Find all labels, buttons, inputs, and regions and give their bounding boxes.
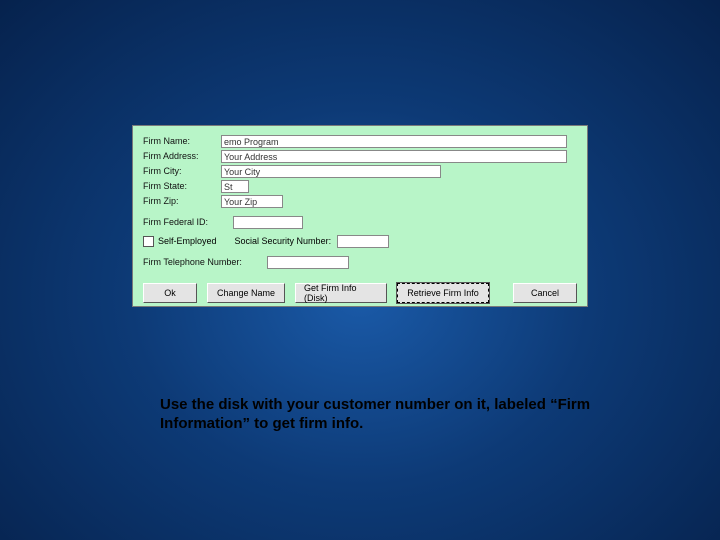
label-firm-address: Firm Address: — [143, 151, 221, 161]
retrieve-firm-info-button[interactable]: Retrieve Firm Info — [397, 283, 489, 303]
change-name-button[interactable]: Change Name — [207, 283, 285, 303]
button-row: Ok Change Name Get Firm Info (Disk) Retr… — [143, 283, 577, 303]
input-firm-city[interactable]: Your City — [221, 165, 441, 178]
input-ssn[interactable] — [337, 235, 389, 248]
input-phone[interactable] — [267, 256, 349, 269]
label-firm-state: Firm State: — [143, 181, 221, 191]
label-firm-zip: Firm Zip: — [143, 196, 221, 206]
row-phone: Firm Telephone Number: — [143, 255, 577, 269]
row-firm-state: Firm State: St — [143, 179, 577, 193]
label-ssn: Social Security Number: — [235, 236, 332, 246]
input-firm-name[interactable]: emo Program — [221, 135, 567, 148]
input-federal-id[interactable] — [233, 216, 303, 229]
checkbox-self-employed[interactable] — [143, 236, 154, 247]
input-firm-zip[interactable]: Your Zip — [221, 195, 283, 208]
row-firm-city: Firm City: Your City — [143, 164, 577, 178]
label-firm-city: Firm City: — [143, 166, 221, 176]
cancel-button[interactable]: Cancel — [513, 283, 577, 303]
row-firm-name: Firm Name: emo Program — [143, 134, 577, 148]
label-firm-name: Firm Name: — [143, 136, 221, 146]
row-firm-zip: Firm Zip: Your Zip — [143, 194, 577, 208]
row-federal-id: Firm Federal ID: — [143, 215, 577, 229]
label-self-employed: Self-Employed — [158, 236, 217, 246]
row-self-employed: Self-Employed Social Security Number: — [143, 233, 577, 249]
row-firm-address: Firm Address: Your Address — [143, 149, 577, 163]
label-phone: Firm Telephone Number: — [143, 257, 261, 267]
firm-info-panel: Firm Name: emo Program Firm Address: You… — [132, 125, 588, 307]
input-firm-state[interactable]: St — [221, 180, 249, 193]
get-firm-info-disk-button[interactable]: Get Firm Info (Disk) — [295, 283, 387, 303]
label-federal-id: Firm Federal ID: — [143, 217, 227, 227]
ok-button[interactable]: Ok — [143, 283, 197, 303]
slide-caption: Use the disk with your customer number o… — [160, 396, 600, 434]
input-firm-address[interactable]: Your Address — [221, 150, 567, 163]
